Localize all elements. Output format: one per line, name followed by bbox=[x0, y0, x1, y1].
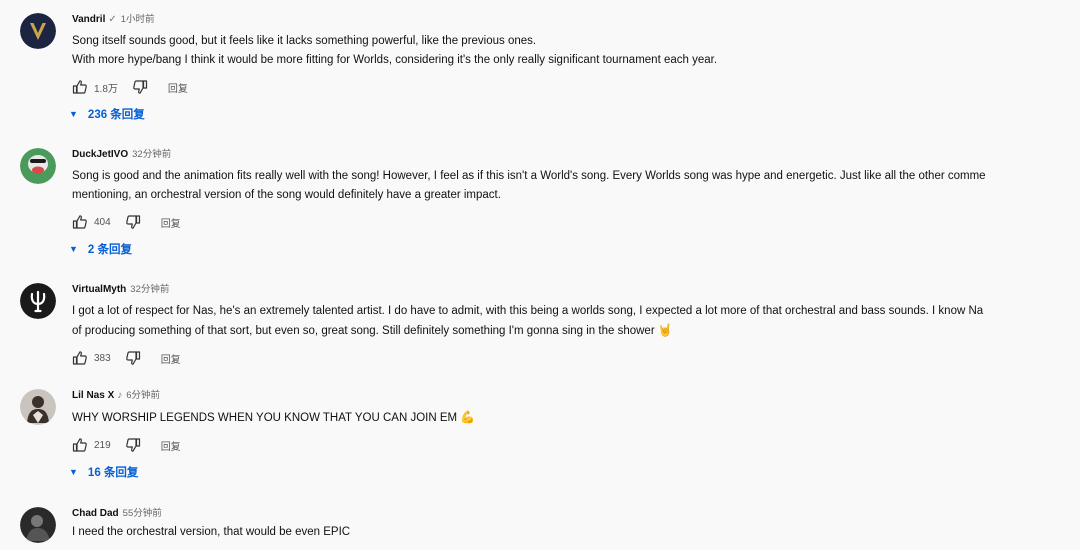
author-name[interactable]: Chad Dad bbox=[72, 508, 119, 519]
comment-time[interactable]: 32分钟前 bbox=[130, 284, 169, 295]
replies-count: 2 条回复 bbox=[87, 244, 133, 256]
comment-time[interactable]: 6分钟前 bbox=[126, 390, 160, 401]
comment-line: I need the orchestral version, that woul… bbox=[72, 526, 351, 538]
comment-text: Song itself sounds good, but it feels li… bbox=[72, 32, 1080, 70]
caret-down-icon: ▼ bbox=[69, 467, 78, 477]
user-avatar[interactable] bbox=[20, 283, 56, 319]
thumbs-down-icon[interactable] bbox=[125, 214, 141, 230]
comment-body: DuckJetIVO 32分钟前 Song is good and the ani… bbox=[69, 148, 1080, 259]
comment-text: WHY WORSHIP LEGENDS WHEN YOU KNOW THAT Y… bbox=[72, 408, 1080, 428]
rock-hand-emoji: 🤘 bbox=[657, 323, 673, 337]
author-name[interactable]: DuckJetIVO bbox=[72, 149, 128, 160]
comment-line: I got a lot of respect for Nas, he's an … bbox=[72, 305, 984, 317]
replies-count: 236 条回复 bbox=[87, 109, 145, 121]
flexed-biceps-emoji: 💪 bbox=[460, 410, 476, 424]
view-replies-button[interactable]: ▼ 236 条回复 bbox=[69, 104, 1080, 124]
comment-time[interactable]: 32分钟前 bbox=[132, 149, 171, 160]
view-replies-button[interactable]: ▼ 16 条回复 bbox=[69, 462, 1080, 482]
author-name[interactable]: VirtualMyth bbox=[72, 284, 126, 295]
user-avatar[interactable] bbox=[20, 389, 56, 425]
reply-button[interactable]: 回复 bbox=[161, 215, 181, 230]
comment-body: Vandril ✓ 1小时前 Song itself sounds good, bu… bbox=[69, 13, 1080, 124]
thumbs-up-icon[interactable] bbox=[72, 437, 88, 453]
comment-header: Vandril ✓ 1小时前 bbox=[72, 13, 1080, 27]
comment-line: Song is good and the animation fits real… bbox=[72, 170, 986, 182]
gold-v-logo-avatar-icon bbox=[20, 13, 56, 49]
comment-line: Song itself sounds good, but it feels li… bbox=[72, 35, 537, 47]
comment-header: VirtualMyth 32分钟前 bbox=[72, 283, 1080, 297]
comment-line-text: WHY WORSHIP LEGENDS WHEN YOU KNOW THAT Y… bbox=[72, 412, 458, 424]
comment-header: Lil Nas X ♪ 6分钟前 bbox=[72, 389, 1080, 403]
author-name[interactable]: Vandril bbox=[72, 14, 105, 25]
duck-avatar-icon bbox=[20, 148, 56, 184]
author-name[interactable]: Lil Nas X bbox=[72, 390, 114, 401]
reply-button[interactable]: 回复 bbox=[161, 351, 181, 366]
comment-body: VirtualMyth 32分钟前 I got a lot of respect … bbox=[72, 283, 1080, 368]
comment-text: I got a lot of respect for Nas, he's an … bbox=[72, 302, 1080, 341]
user-avatar[interactable] bbox=[20, 507, 56, 543]
comment-actions: 1.8万 回复 bbox=[72, 77, 1080, 97]
comment-text: I need the orchestral version, that woul… bbox=[72, 523, 1080, 542]
comment-line-text: of producing something of that sort, but… bbox=[72, 325, 655, 337]
user-avatar[interactable] bbox=[20, 13, 56, 49]
comment-time[interactable]: 1小时前 bbox=[121, 14, 155, 25]
comment-header: Chad Dad 55分钟前 bbox=[72, 507, 1080, 521]
verified-icon: ✓ bbox=[108, 14, 117, 25]
user-avatar[interactable] bbox=[20, 148, 56, 184]
thumbs-down-icon[interactable] bbox=[132, 79, 148, 95]
trident-avatar-icon bbox=[20, 283, 56, 319]
dark-photo-avatar-icon bbox=[20, 507, 56, 543]
comment-line: With more hype/bang I think it would be … bbox=[72, 54, 718, 66]
thumbs-up-icon[interactable] bbox=[72, 350, 88, 366]
caret-down-icon: ▼ bbox=[69, 109, 78, 119]
caret-down-icon: ▼ bbox=[69, 244, 78, 254]
comment-text: Song is good and the animation fits real… bbox=[72, 167, 1080, 205]
person-photo-avatar-icon bbox=[20, 389, 56, 425]
comment-header: DuckJetIVO 32分钟前 bbox=[72, 148, 1080, 162]
thumbs-down-icon[interactable] bbox=[125, 437, 141, 453]
comment-line: of producing something of that sort, but… bbox=[72, 321, 1080, 341]
like-count: 404 bbox=[94, 216, 111, 228]
comment-body: Lil Nas X ♪ 6分钟前 WHY WORSHIP LEGENDS WHEN … bbox=[69, 389, 1080, 482]
like-count: 219 bbox=[94, 439, 111, 451]
comment-actions: 219 回复 bbox=[72, 435, 1080, 455]
thumbs-down-icon[interactable] bbox=[125, 350, 141, 366]
comment-body: Chad Dad 55分钟前 I need the orchestral vers… bbox=[72, 507, 1080, 542]
thumbs-up-icon[interactable] bbox=[72, 214, 88, 230]
reply-button[interactable]: 回复 bbox=[168, 80, 188, 95]
comment-actions: 383 回复 bbox=[72, 348, 1080, 368]
view-replies-button[interactable]: ▼ 2 条回复 bbox=[69, 239, 1080, 259]
replies-count: 16 条回复 bbox=[87, 467, 139, 479]
reply-button[interactable]: 回复 bbox=[161, 438, 181, 453]
thumbs-up-icon[interactable] bbox=[72, 79, 88, 95]
comment-actions: 404 回复 bbox=[72, 212, 1080, 232]
comment-time[interactable]: 55分钟前 bbox=[123, 508, 162, 519]
music-note-icon: ♪ bbox=[117, 390, 123, 401]
like-count: 383 bbox=[94, 352, 111, 364]
comment-line: mentioning, an orchestral version of the… bbox=[72, 189, 501, 201]
comment-line: WHY WORSHIP LEGENDS WHEN YOU KNOW THAT Y… bbox=[72, 408, 1080, 428]
like-count: 1.8万 bbox=[94, 83, 118, 95]
